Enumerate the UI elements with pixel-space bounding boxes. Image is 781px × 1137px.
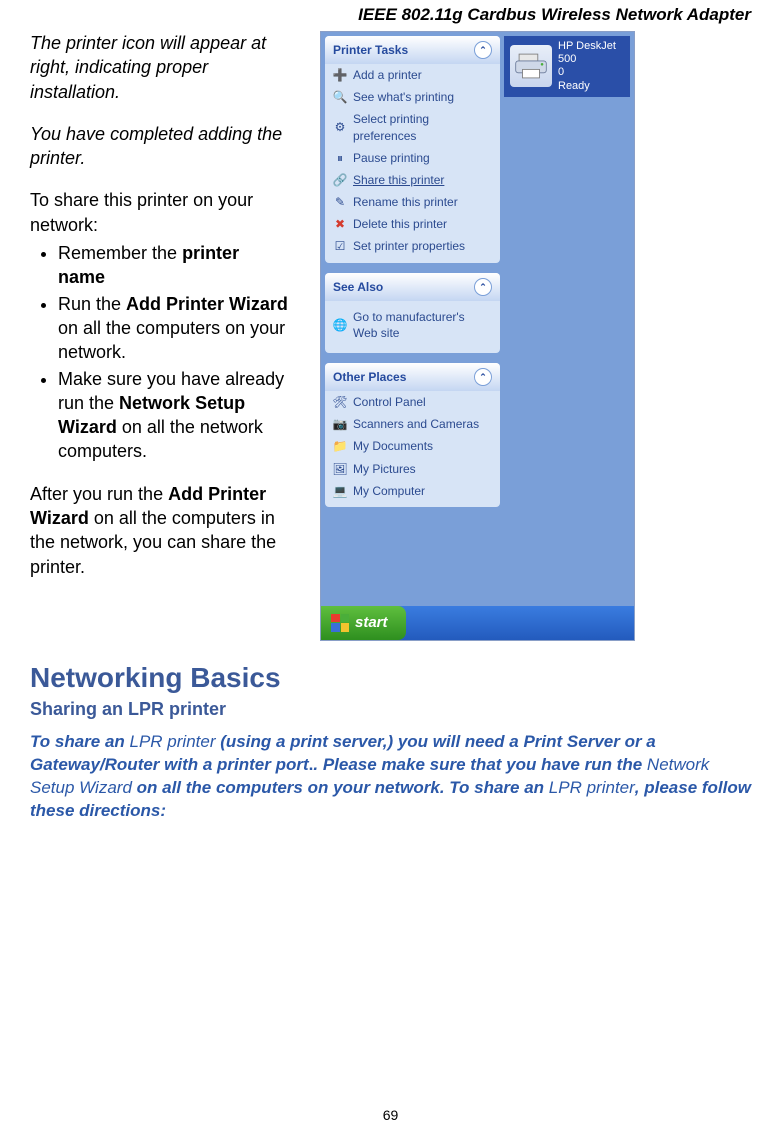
task-pause[interactable]: ⏸Pause printing xyxy=(325,147,500,169)
see-also-header[interactable]: See Also ⌃ xyxy=(325,273,500,301)
xp-printers-window: HP DeskJet 500 0 Ready Printer Tasks ⌃ ➕… xyxy=(320,31,635,641)
page-header: IEEE 802.11g Cardbus Wireless Network Ad… xyxy=(30,0,751,31)
after-para: After you run the Add Printer Wizard on … xyxy=(30,482,290,579)
delete-icon: ✖ xyxy=(333,217,347,231)
rename-icon: ✎ xyxy=(333,195,347,209)
printer-tasks-title: Printer Tasks xyxy=(333,42,408,58)
task-add-printer[interactable]: ➕Add a printer xyxy=(325,64,500,86)
task-properties[interactable]: ☑Set printer properties xyxy=(325,235,500,262)
share-icon: 🔗 xyxy=(333,173,347,187)
other-control-panel[interactable]: 🛠Control Panel xyxy=(325,391,500,413)
see-also-title: See Also xyxy=(333,279,383,295)
taskbar: start xyxy=(321,606,634,640)
other-places-section: Other Places ⌃ 🛠Control Panel 📷Scanners … xyxy=(325,363,500,507)
page-number: 69 xyxy=(0,1106,781,1125)
camera-icon: 📷 xyxy=(333,417,347,431)
printer-tasks-header[interactable]: Printer Tasks ⌃ xyxy=(325,36,500,64)
other-my-documents[interactable]: 📁My Documents xyxy=(325,435,500,457)
other-places-title: Other Places xyxy=(333,369,406,385)
share-bullets: Remember the printer name Run the Add Pr… xyxy=(30,241,290,464)
printer-name: HP DeskJet 500 xyxy=(558,40,624,66)
see-also-manufacturer[interactable]: 🌐Go to manufacturer's Web site xyxy=(325,301,500,353)
other-scanners-cameras[interactable]: 📷Scanners and Cameras xyxy=(325,413,500,435)
bullet-3: Make sure you have already run the Netwo… xyxy=(58,367,290,464)
printer-icon xyxy=(510,45,552,87)
printer-selected[interactable]: HP DeskJet 500 0 Ready xyxy=(504,36,630,97)
bullet-1: Remember the printer name xyxy=(58,241,290,290)
bullet-2: Run the Add Printer Wizard on all the co… xyxy=(58,292,290,365)
start-label: start xyxy=(355,613,388,633)
intro-para-1: The printer icon will appear at right, i… xyxy=(30,31,290,104)
networking-basics-heading: Networking Basics xyxy=(30,659,751,697)
other-my-computer[interactable]: 💻My Computer xyxy=(325,480,500,507)
properties-icon: ☑ xyxy=(333,240,347,254)
task-see-printing[interactable]: 🔍See what's printing xyxy=(325,86,500,108)
networking-basics-subheading: Sharing an LPR printer xyxy=(30,697,751,721)
other-my-pictures[interactable]: 🖼My Pictures xyxy=(325,458,500,480)
intro-para-2: You have completed adding the printer. xyxy=(30,122,290,171)
computer-icon: 💻 xyxy=(333,484,347,498)
windows-flag-icon xyxy=(331,614,349,632)
printer-line2: 0 xyxy=(558,66,624,79)
task-delete[interactable]: ✖Delete this printer xyxy=(325,213,500,235)
printer-tasks-section: Printer Tasks ⌃ ➕Add a printer 🔍See what… xyxy=(325,36,500,263)
pause-icon: ⏸ xyxy=(333,151,347,165)
control-panel-icon: 🛠 xyxy=(333,395,347,409)
collapse-icon[interactable]: ⌃ xyxy=(474,41,492,59)
collapse-icon[interactable]: ⌃ xyxy=(474,278,492,296)
share-heading: To share this printer on your network: xyxy=(30,188,290,237)
task-share[interactable]: 🔗Share this printer xyxy=(325,169,500,191)
see-also-section: See Also ⌃ 🌐Go to manufacturer's Web sit… xyxy=(325,273,500,353)
start-button[interactable]: start xyxy=(321,606,406,640)
search-icon: 🔍 xyxy=(333,90,347,104)
folder-icon: 📁 xyxy=(333,439,347,453)
task-select-prefs[interactable]: ⚙Select printing preferences xyxy=(325,108,500,146)
printer-info: HP DeskJet 500 0 Ready xyxy=(558,40,624,93)
pictures-icon: 🖼 xyxy=(333,462,347,476)
globe-icon: 🌐 xyxy=(333,318,347,332)
printer-status: Ready xyxy=(558,80,624,93)
instruction-text: The printer icon will appear at right, i… xyxy=(30,31,290,641)
gear-icon: ⚙ xyxy=(333,121,347,135)
other-places-header[interactable]: Other Places ⌃ xyxy=(325,363,500,391)
collapse-icon[interactable]: ⌃ xyxy=(474,368,492,386)
add-icon: ➕ xyxy=(333,68,347,82)
task-rename[interactable]: ✎Rename this printer xyxy=(325,191,500,213)
networking-basics-body: To share an LPR printer (using a print s… xyxy=(30,731,751,823)
